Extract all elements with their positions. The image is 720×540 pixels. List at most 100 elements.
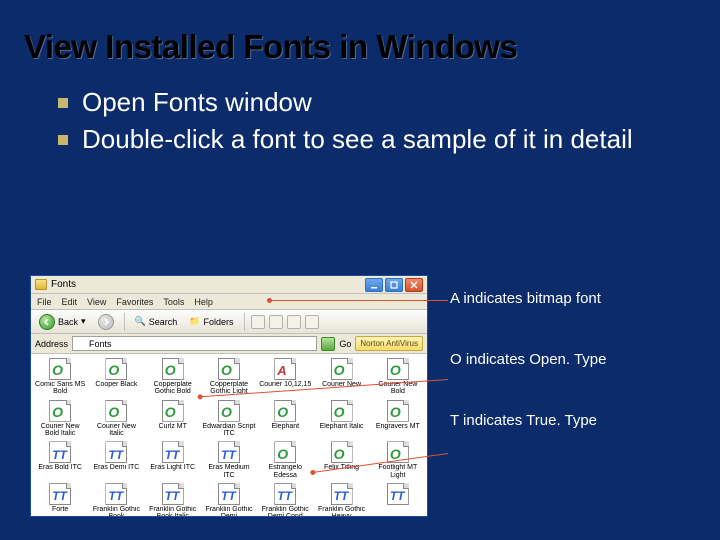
font-item[interactable]: TTFranklin Gothic Book Italic (146, 482, 200, 516)
opentype-icon: O (49, 400, 71, 422)
font-item[interactable]: OCooper Black (89, 357, 143, 397)
font-item[interactable]: TTEras Bold ITC (33, 440, 87, 480)
font-item[interactable]: OEngravers MT (371, 399, 425, 439)
go-label: Go (339, 339, 351, 349)
font-label: Franklin Gothic Book Italic (146, 506, 200, 516)
bullet-item: Double-click a font to see a sample of i… (58, 123, 690, 156)
font-label: Copperplate Gothic Bold (146, 381, 200, 396)
font-label: Courier New Bold Italic (33, 423, 87, 438)
font-item[interactable]: OCourier New Italic (89, 399, 143, 439)
folders-icon: 📁 (189, 316, 200, 327)
menu-help[interactable]: Help (194, 297, 213, 307)
font-item[interactable]: TTFranklin Gothic Book (89, 482, 143, 516)
font-label: Cooper Black (95, 381, 137, 388)
callout-line (270, 300, 448, 301)
menu-tools[interactable]: Tools (163, 297, 184, 307)
truetype-icon: TT (387, 483, 409, 505)
font-item[interactable]: OEstrangelo Edessa (258, 440, 312, 480)
address-bar: Address Fonts Go Norton AntiVirus (31, 334, 427, 354)
font-item[interactable]: OEdwardian Script ITC (202, 399, 256, 439)
font-label: Curlz MT (159, 423, 187, 430)
truetype-icon: TT (49, 483, 71, 505)
fonts-content-area: OComic Sans MS BoldOCooper BlackOCopperp… (31, 354, 427, 516)
menu-edit[interactable]: Edit (62, 297, 78, 307)
font-item[interactable]: OCourier New Bold Italic (33, 399, 87, 439)
font-item[interactable]: TTFranklin Gothic Heavy (314, 482, 368, 516)
truetype-icon: TT (218, 441, 240, 463)
opentype-icon: O (387, 400, 409, 422)
font-label: Eras Bold ITC (38, 464, 82, 471)
font-label: Courier 10,12,15 (259, 381, 311, 388)
bullet-marker (58, 98, 68, 108)
font-label: Footlight MT Light (371, 464, 425, 479)
font-item[interactable]: TTFranklin Gothic Demi Cond (258, 482, 312, 516)
font-item[interactable]: TTForte (33, 482, 87, 516)
folders-button[interactable]: 📁 Folders (185, 315, 237, 328)
menu-bar: File Edit View Favorites Tools Help (31, 294, 427, 310)
forward-button[interactable] (94, 313, 118, 331)
opentype-icon: O (162, 358, 184, 380)
view-similarity-button[interactable] (287, 315, 301, 329)
back-button[interactable]: Back ▾ (35, 313, 90, 331)
font-label: Estrangelo Edessa (258, 464, 312, 479)
font-item[interactable]: OFelix Titling (314, 440, 368, 480)
font-item[interactable]: TTEras Medium ITC (202, 440, 256, 480)
font-item[interactable]: OElephant Italic (314, 399, 368, 439)
font-label: Franklin Gothic Heavy (315, 506, 369, 516)
opentype-icon: O (274, 400, 296, 422)
opentype-icon: O (218, 358, 240, 380)
search-icon: 🔍 (135, 316, 146, 327)
window-titlebar: Fonts (31, 276, 427, 294)
font-label: Eras Light ITC (150, 464, 195, 471)
truetype-icon: TT (218, 483, 240, 505)
bullet-text: Double-click a font to see a sample of i… (82, 123, 633, 156)
maximize-button[interactable] (385, 278, 403, 292)
fonts-window: Fonts File Edit View Favorites Tools Hel… (30, 275, 428, 517)
font-item[interactable]: OCopperplate Gothic Light (202, 357, 256, 397)
address-label: Address (35, 339, 68, 349)
font-label: Franklin Gothic Demi Cond (258, 506, 312, 516)
forward-icon (98, 314, 114, 330)
opentype-icon: O (331, 400, 353, 422)
annotation-truetype: T indicates True. Type (450, 412, 690, 429)
font-item[interactable]: TTEras Light ITC (146, 440, 200, 480)
annotation-opentype: O indicates Open. Type (450, 351, 690, 368)
search-button[interactable]: 🔍 Search (131, 315, 182, 328)
font-item[interactable]: OCourier New (314, 357, 368, 397)
font-item[interactable]: OElephant (258, 399, 312, 439)
font-item[interactable]: TTEras Demi ITC (89, 440, 143, 480)
folder-icon (35, 279, 47, 290)
font-label: Franklin Gothic Book (89, 506, 143, 516)
menu-file[interactable]: File (37, 297, 52, 307)
view-large-icons-button[interactable] (251, 315, 265, 329)
font-label: Elephant (271, 423, 299, 430)
font-label: Eras Demi ITC (93, 464, 139, 471)
opentype-icon: O (218, 400, 240, 422)
menu-favorites[interactable]: Favorites (116, 297, 153, 307)
view-details-button[interactable] (305, 315, 319, 329)
go-button[interactable] (321, 337, 335, 351)
search-label: Search (149, 317, 178, 327)
window-title: Fonts (51, 279, 76, 290)
font-label: Edwardian Script ITC (202, 423, 256, 438)
annotation-bitmap: A indicates bitmap font (450, 290, 690, 307)
close-button[interactable] (405, 278, 423, 292)
truetype-icon: TT (162, 483, 184, 505)
minimize-button[interactable] (365, 278, 383, 292)
font-item[interactable]: OCourier New Bold (371, 357, 425, 397)
font-label: Courier New Italic (89, 423, 143, 438)
font-item[interactable]: TTFranklin Gothic Demi (202, 482, 256, 516)
font-item[interactable]: OCurlz MT (146, 399, 200, 439)
view-list-button[interactable] (269, 315, 283, 329)
menu-view[interactable]: View (87, 297, 106, 307)
opentype-icon: O (274, 441, 296, 463)
address-input[interactable]: Fonts (72, 336, 317, 351)
font-item[interactable]: OComic Sans MS Bold (33, 357, 87, 397)
bullet-text: Open Fonts window (82, 86, 312, 119)
norton-antivirus-badge[interactable]: Norton AntiVirus (355, 336, 423, 351)
bullet-marker (58, 135, 68, 145)
font-item[interactable]: TT (371, 482, 425, 516)
opentype-icon: O (105, 400, 127, 422)
font-item[interactable]: OCopperplate Gothic Bold (146, 357, 200, 397)
font-label: Forte (52, 506, 68, 513)
